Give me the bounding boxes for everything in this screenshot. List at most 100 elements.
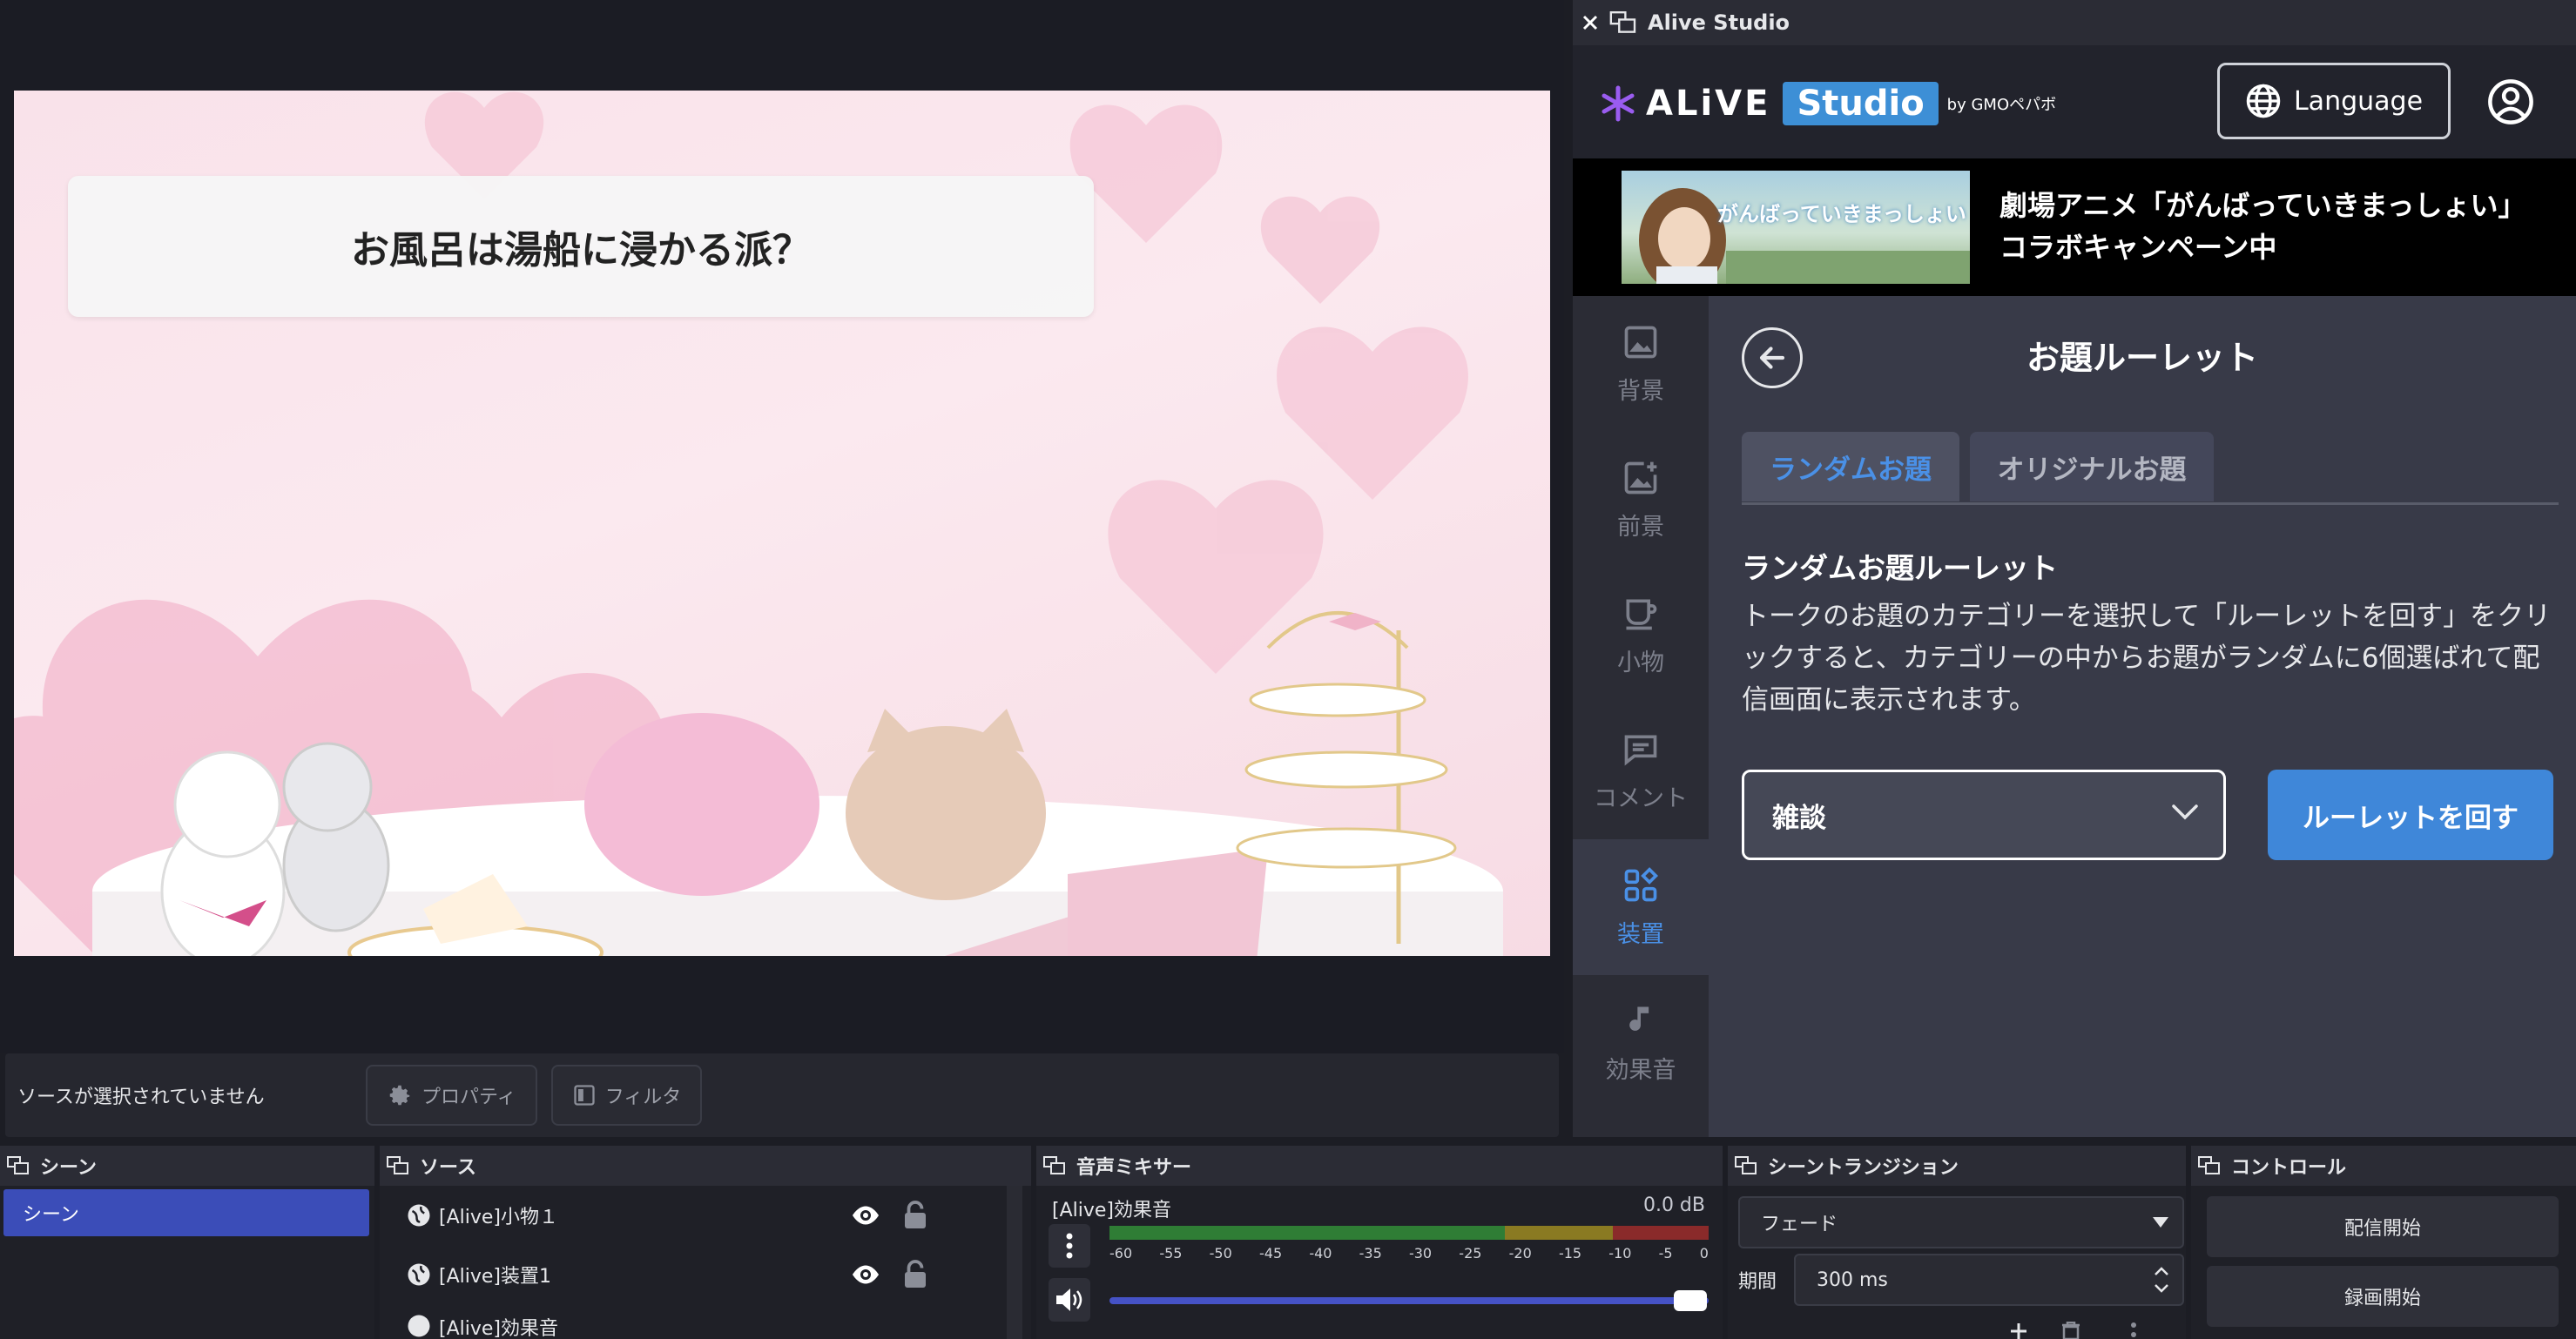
scenes-list: シーン <box>0 1186 374 1339</box>
meter-tick-label: -45 <box>1258 1245 1283 1262</box>
sources-title-label: ソース <box>420 1157 476 1179</box>
nav-item-comments[interactable]: コメント <box>1573 703 1709 839</box>
nav-label: 背景 <box>1617 377 1664 405</box>
meter-tick-label: -35 <box>1359 1245 1382 1262</box>
gear-icon <box>389 1085 410 1106</box>
campaign-banner[interactable]: がんばっていきまっしょい 劇場アニメ「がんばっていきまっしょい」 コラボキャンペ… <box>1573 158 2576 296</box>
dock-window-icon <box>2198 1156 2220 1174</box>
scenes-dock-title[interactable]: シーン <box>0 1146 374 1186</box>
eye-icon[interactable] <box>850 1200 881 1231</box>
alive-titlebar[interactable]: Alive Studio <box>1573 0 2576 45</box>
eye-icon[interactable] <box>850 1259 881 1290</box>
dock-window-icon <box>387 1156 408 1174</box>
mixer-dock-title[interactable]: 音声ミキサー <box>1036 1146 1723 1186</box>
alive-studio-logo: ALiVE Studio by GMOペパボ <box>1599 82 2056 125</box>
transitions-dock-title[interactable]: シーントランジション <box>1728 1146 2186 1186</box>
cup-icon <box>1626 599 1657 629</box>
browser-source-icon <box>408 1204 430 1227</box>
banner-illustration <box>1639 188 1970 284</box>
meter-tick-label: -40 <box>1309 1245 1332 1262</box>
filters-button[interactable]: フィルタ <box>550 1065 703 1126</box>
duration-spinbox[interactable]: 300 ms <box>1794 1254 2184 1306</box>
browser-source-icon <box>408 1315 430 1337</box>
meter-tick-label: -20 <box>1508 1245 1532 1262</box>
nav-label: 前景 <box>1617 513 1664 541</box>
music-note-icon <box>1629 1006 1649 1031</box>
browser-source-icon <box>408 1263 430 1286</box>
lock-icon[interactable] <box>902 1259 928 1290</box>
category-select[interactable]: 雑談 <box>1742 770 2226 860</box>
sources-dock-title[interactable]: ソース <box>380 1146 1031 1186</box>
dock-window-icon[interactable] <box>1609 11 1637 34</box>
transitions-title-label: シーントランジション <box>1768 1157 1959 1179</box>
kebab-icon[interactable] <box>2130 1322 2137 1339</box>
image-icon <box>1624 326 1657 358</box>
logo-studio-text: Studio <box>1783 82 1939 125</box>
plus-icon[interactable] <box>2005 1320 2033 1339</box>
audio-mixer-dock: 音声ミキサー [Alive]効果音 0.0 dB -60 -55 -50 -45 -40… <box>1036 1146 1723 1339</box>
spin-arrows-icon[interactable] <box>2153 1264 2170 1295</box>
start-streaming-button[interactable]: 配信開始 <box>2207 1196 2559 1257</box>
nav-item-devices[interactable]: 装置 <box>1573 839 1709 975</box>
volume-slider-track[interactable] <box>1109 1297 1709 1304</box>
tab-original-topics[interactable]: オリジナルお題 <box>1970 432 2214 501</box>
spin-roulette-button[interactable]: ルーレットを回す <box>2268 770 2553 860</box>
meter-tick-label: -60 <box>1109 1245 1133 1262</box>
volume-meter-scale: -60 -55 -50 -45 -40 -35 -30 -25 -20 -15 -10 -5 0 <box>1109 1245 1709 1262</box>
start-recording-button[interactable]: 録画開始 <box>2207 1266 2559 1327</box>
mixer-body: [Alive]効果音 0.0 dB -60 -55 -50 -45 -40 -35 -30-… <box>1036 1186 1723 1339</box>
transition-type-value: フェード <box>1761 1214 1838 1235</box>
speaker-icon <box>1056 1289 1082 1311</box>
controls-body: 配信開始 録画開始 <box>2191 1186 2576 1339</box>
tab-random-topics[interactable]: ランダムお題 <box>1742 432 1959 501</box>
sources-scrollbar[interactable] <box>1007 1186 1022 1339</box>
banner-thumbnail: がんばっていきまっしょい <box>1622 171 1970 284</box>
asterisk-logo-icon <box>1602 85 1635 122</box>
kebab-icon <box>1066 1233 1073 1259</box>
account-icon[interactable] <box>2487 78 2534 125</box>
nav-item-foreground[interactable]: 前景 <box>1573 432 1709 568</box>
mixer-menu-button[interactable] <box>1049 1224 1090 1268</box>
source-name: [Alive]装置1 <box>439 1266 551 1288</box>
language-button[interactable]: Language <box>2217 63 2451 139</box>
filters-label: フィルタ <box>604 1087 682 1108</box>
banner-line-2: コラボキャンペーン中 <box>1999 231 2277 264</box>
meter-tick-label: -15 <box>1558 1245 1582 1262</box>
logo-by-text: by GMOペパボ <box>1946 96 2057 114</box>
properties-button[interactable]: プロパティ <box>366 1065 537 1126</box>
close-icon[interactable] <box>1581 14 1599 31</box>
back-button[interactable] <box>1742 327 1803 388</box>
topic-tabs: ランダムお題 オリジナルお題 <box>1742 432 2559 505</box>
meter-tick-label: -5 <box>1658 1245 1673 1262</box>
mixer-title-label: 音声ミキサー <box>1076 1157 1192 1179</box>
duration-value: 300 ms <box>1817 1268 1888 1291</box>
section-description: トークのお題のカテゴリーを選択して「ルーレットを回す」をクリックすると、カテゴリ… <box>1742 601 2552 716</box>
preview-canvas[interactable]: お風呂は湯船に浸かる派？ <box>14 91 1550 956</box>
transitions-body: フェード 期間 300 ms <box>1728 1186 2186 1339</box>
section-title: ランダムお題ルーレット <box>1742 551 2058 585</box>
trash-icon[interactable] <box>2059 1322 2083 1339</box>
logo-alive-text: ALiVE <box>1646 84 1771 124</box>
banner-line-1: 劇場アニメ「がんばっていきまっしょい」 <box>1999 189 2526 222</box>
mute-button[interactable] <box>1049 1278 1090 1322</box>
dock-window-icon <box>7 1156 29 1174</box>
alive-side-nav: 背景 前景 小物 コメント 装置 効果音 <box>1573 296 1709 1137</box>
scene-item[interactable]: シーン <box>3 1189 369 1236</box>
meter-tick-label: 0 <box>1699 1245 1709 1262</box>
scenes-title-label: シーン <box>40 1157 97 1179</box>
transition-type-select[interactable]: フェード <box>1738 1196 2184 1248</box>
nav-item-sound-effects[interactable]: 効果音 <box>1573 975 1709 1111</box>
dock-window-icon <box>1735 1156 1757 1174</box>
mixer-track-name: [Alive]効果音 <box>1052 1200 1171 1221</box>
question-card: お風呂は湯船に浸かる派？ <box>68 176 1094 317</box>
source-name: [Alive]小物１ <box>439 1207 558 1228</box>
alive-window-title: Alive Studio <box>1648 10 1790 35</box>
nav-item-background[interactable]: 背景 <box>1573 296 1709 432</box>
nav-item-props[interactable]: 小物 <box>1573 568 1709 703</box>
controls-dock-title[interactable]: コントロール <box>2191 1146 2576 1186</box>
category-value: 雑談 <box>1772 802 1826 834</box>
no-source-label: ソースが選択されていません <box>17 1087 265 1108</box>
globe-icon <box>2246 84 2281 118</box>
lock-icon[interactable] <box>902 1200 928 1231</box>
volume-slider-handle[interactable] <box>1674 1290 1708 1311</box>
